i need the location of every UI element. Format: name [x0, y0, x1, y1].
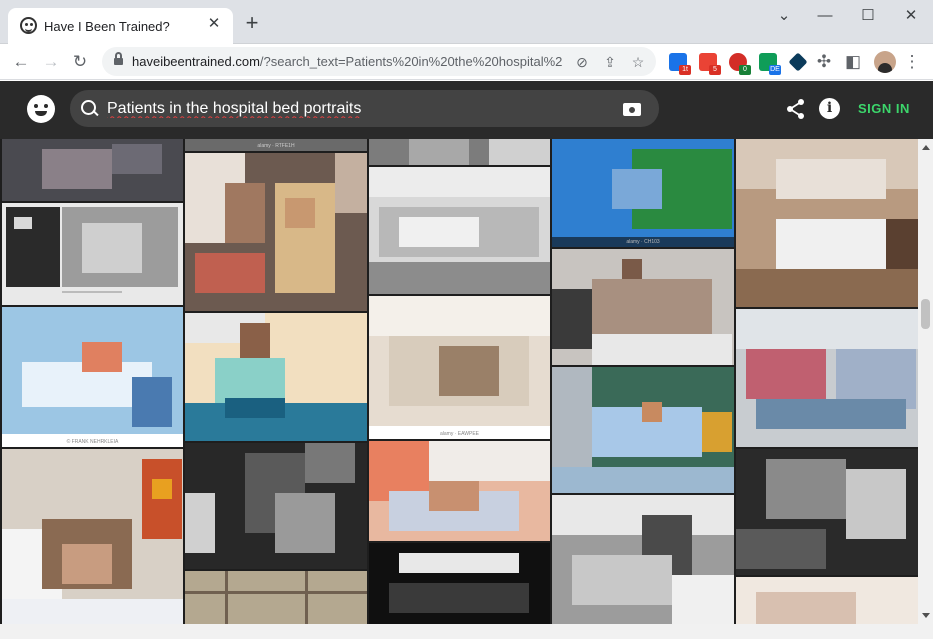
scroll-down-arrow-icon[interactable]	[922, 613, 930, 618]
result-image[interactable]	[736, 309, 918, 447]
result-image[interactable]	[185, 313, 367, 441]
ext-calendar-icon[interactable]: 1t	[669, 53, 691, 75]
window-bottom-edge	[0, 624, 933, 639]
maximize-icon[interactable]: ☐	[853, 6, 883, 26]
search-icon[interactable]	[80, 99, 100, 119]
lock-icon[interactable]	[114, 52, 123, 66]
ext-gmail-icon[interactable]: 5	[699, 53, 721, 75]
share-page-icon[interactable]: ⇪	[600, 52, 620, 72]
site-header: i SIGN IN	[0, 81, 933, 139]
result-image[interactable]	[736, 449, 918, 575]
tab-search-chevron-icon[interactable]: ⌄	[769, 6, 799, 26]
new-tab-icon[interactable]: +	[240, 12, 264, 36]
results-grid: © FRANK NEHRKLEIA alamy · RTFE1H alamy ·…	[0, 139, 918, 624]
browser-titlebar: Have I Been Trained? ✕ + ⌄ — ☐ ✕	[0, 0, 933, 44]
back-arrow-icon[interactable]: ←	[10, 51, 32, 73]
search-input[interactable]	[107, 95, 607, 122]
info-icon[interactable]: i	[819, 98, 840, 119]
address-bar[interactable]: haveibeentrained.com/?search_text=Patien…	[102, 47, 656, 76]
close-window-icon[interactable]: ✕	[896, 6, 926, 26]
image-caption: alamy · CH103	[626, 239, 660, 245]
result-image[interactable]	[185, 153, 367, 311]
profile-avatar[interactable]	[874, 51, 896, 73]
menu-kebab-icon[interactable]: ⋮	[901, 51, 923, 73]
result-image[interactable]	[552, 367, 734, 493]
scroll-thumb[interactable]	[921, 299, 930, 329]
sign-in-link[interactable]: SIGN IN	[858, 101, 910, 116]
result-image[interactable]: alamy · RTFE1H	[185, 139, 367, 151]
result-image[interactable]: © FRANK NEHRKLEIA	[2, 307, 183, 447]
browser-toolbar: ← → ↻ haveibeentrained.com/?search_text=…	[0, 44, 933, 80]
ext-shield-icon[interactable]	[788, 52, 808, 72]
result-image[interactable]: alamy · CH103	[552, 139, 734, 247]
site-logo-icon[interactable]	[27, 95, 55, 123]
ext-lastpass-icon[interactable]: 0	[729, 53, 751, 75]
smiley-favicon-icon	[20, 17, 37, 34]
url-text[interactable]: haveibeentrained.com/?search_text=Patien…	[132, 54, 562, 69]
extensions-puzzle-icon[interactable]: ✣	[813, 51, 835, 73]
bookmark-star-icon[interactable]: ☆	[628, 52, 648, 72]
result-image[interactable]	[552, 249, 734, 365]
vertical-scrollbar[interactable]	[918, 139, 933, 624]
result-image[interactable]	[185, 443, 367, 569]
result-image[interactable]	[552, 495, 734, 624]
result-image[interactable]	[185, 571, 367, 624]
reload-icon[interactable]: ↻	[69, 51, 91, 73]
eye-off-icon[interactable]: ⊘	[572, 52, 592, 72]
image-caption: © FRANK NEHRKLEIA	[66, 439, 119, 445]
result-image[interactable]	[2, 139, 183, 201]
ext-dashlane-icon[interactable]: DE	[759, 53, 781, 75]
camera-icon[interactable]	[623, 100, 643, 116]
search-box	[70, 90, 659, 127]
image-caption: alamy · EAWPEE	[440, 431, 479, 437]
browser-tab[interactable]: Have I Been Trained? ✕	[8, 8, 233, 44]
result-image[interactable]	[369, 139, 550, 165]
image-caption: alamy · RTFE1H	[257, 143, 295, 149]
scroll-up-arrow-icon[interactable]	[922, 145, 930, 150]
side-panel-icon[interactable]: ◧	[842, 51, 864, 73]
result-image[interactable]	[2, 449, 183, 624]
result-image[interactable]	[736, 577, 918, 624]
result-image[interactable]	[2, 203, 183, 305]
result-image[interactable]	[369, 167, 550, 294]
tab-title: Have I Been Trained?	[44, 19, 170, 34]
result-image[interactable]: alamy · EAWPEE	[369, 296, 550, 439]
result-image[interactable]	[736, 139, 918, 307]
share-icon[interactable]	[785, 98, 807, 120]
tab-close-icon[interactable]: ✕	[205, 15, 223, 33]
result-image[interactable]	[369, 441, 550, 541]
result-image[interactable]	[369, 543, 550, 624]
minimize-icon[interactable]: —	[810, 6, 840, 26]
forward-arrow-icon[interactable]: →	[40, 51, 62, 73]
